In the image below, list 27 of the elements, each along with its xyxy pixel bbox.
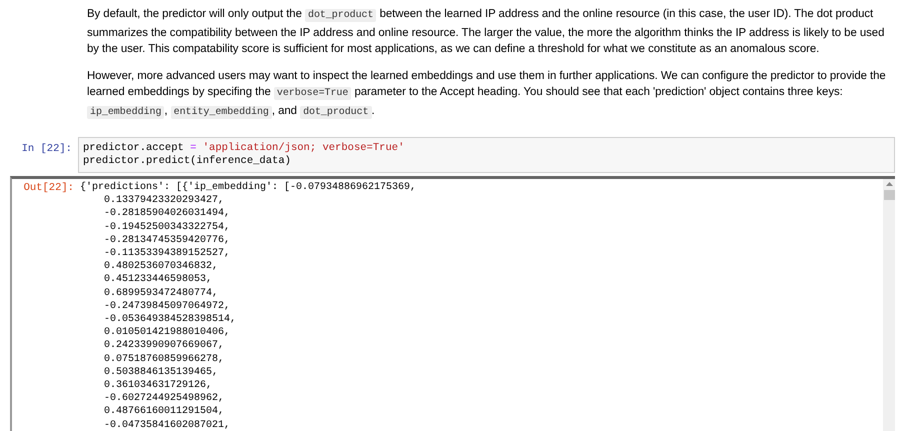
output-line: 0.07518760859966278,	[103, 352, 226, 366]
output-line: 0.24233990907669067,	[103, 339, 226, 353]
output-line: -0.04735841602087021,	[103, 418, 232, 431]
output-line: -0.11353394389152527,	[103, 247, 232, 260]
output-line: -0.24739845097064972,	[103, 300, 232, 314]
output-line: -0.6027244925498962,	[103, 392, 226, 406]
output-line: 0.361034631729126,	[103, 379, 214, 392]
output-prompt: Out[22]:	[22, 181, 75, 196]
paragraph-text: However, more advanced users may want to inspect the learned embeddings and use them in further applications. We can configure the predictor to provide the learned embeddings by specifing the verbose=True parameter to the Accept heading. You should see that each 'prediction' object contains three keys: ip_embedding , entity_embedding , and dot_product .	[87, 68, 887, 120]
output-line: -0.19452500343322754,	[103, 220, 232, 234]
paragraph-text: By default, the predictor will only output the dot_product between the learned IP address and the online resource (in this case, the user ID). The dot product summarizes the compatibility between the IP address and online resource. The larger the value, the more the algorithm thinks the IP address is likely to be used by the user. This compatability score is sufficient for most applications, as we can define a threshold for what we constitute as an anomalous score.	[87, 7, 886, 57]
scrollbar[interactable]	[883, 179, 895, 431]
code-input-field[interactable]: predictor.accept = 'application/json; verbose=True' predictor.predict(inference_data)	[78, 137, 895, 173]
scroll-up-icon[interactable]	[886, 182, 892, 186]
output-line: 0.6899593472480774,	[103, 286, 220, 300]
output-line: {'predictions': [{'ip_embedding': [-0.07934886962175369,	[80, 181, 418, 194]
output-line: 0.5038846135139465,	[103, 366, 220, 380]
output-line: 0.48766160011291504,	[103, 405, 226, 419]
output-line: 0.010501421988010406,	[103, 326, 232, 340]
output-line: -0.28185904026031494,	[103, 207, 232, 221]
output-line: -0.053649384528398514,	[103, 313, 238, 326]
output-line: 0.451233446598053,	[103, 273, 214, 287]
input-prompt: In [22]:	[20, 142, 73, 155]
output-line: 0.13379423320293427,	[103, 194, 226, 208]
scroll-thumb[interactable]	[884, 190, 894, 200]
output-line: 0.4802536070346832,	[103, 260, 220, 274]
output-line: -0.28134745359420776,	[103, 234, 232, 248]
